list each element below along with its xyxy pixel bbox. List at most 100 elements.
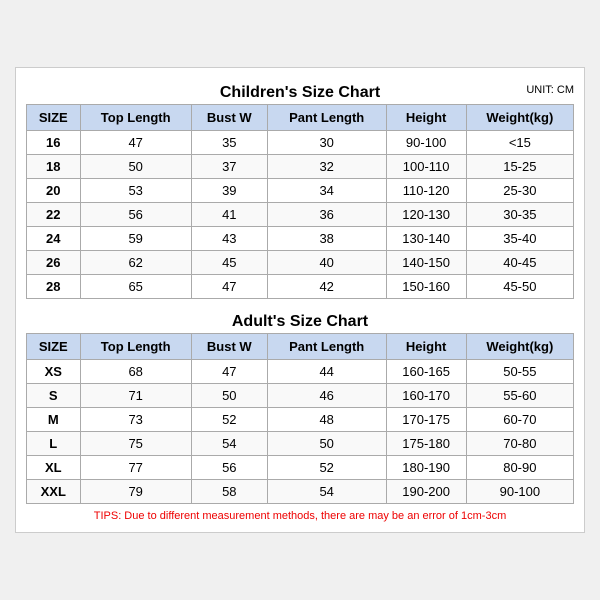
children-col-toplength: Top Length [80,105,191,131]
unit-label: UNIT: CM [526,84,574,96]
table-row: XS684744160-16550-55 [27,360,574,384]
table-cell: 54 [191,432,267,456]
table-cell: 35 [191,131,267,155]
table-cell: 50 [267,432,386,456]
table-cell: 50 [80,155,191,179]
table-cell: 56 [80,203,191,227]
adults-title: Adult's Size Chart [26,307,574,333]
children-table: SIZE Top Length Bust W Pant Length Heigh… [26,104,574,299]
table-cell: 62 [80,251,191,275]
table-cell: 46 [267,384,386,408]
table-cell: 73 [80,408,191,432]
table-cell: <15 [466,131,573,155]
table-row: L755450175-18070-80 [27,432,574,456]
table-cell: 30 [267,131,386,155]
table-cell: 54 [267,480,386,504]
table-cell: 36 [267,203,386,227]
adults-col-toplength: Top Length [80,334,191,360]
table-cell: 44 [267,360,386,384]
table-cell: 60-70 [466,408,573,432]
table-cell: 47 [191,360,267,384]
table-cell: 170-175 [386,408,466,432]
table-cell: 130-140 [386,227,466,251]
table-cell: 41 [191,203,267,227]
table-row: 24594338130-14035-40 [27,227,574,251]
table-cell: XXL [27,480,81,504]
table-cell: 37 [191,155,267,179]
table-cell: 30-35 [466,203,573,227]
table-cell: 140-150 [386,251,466,275]
table-row: 26624540140-15040-45 [27,251,574,275]
table-row: XL775652180-19080-90 [27,456,574,480]
children-col-weight: Weight(kg) [466,105,573,131]
table-cell: L [27,432,81,456]
table-cell: 180-190 [386,456,466,480]
table-cell: 80-90 [466,456,573,480]
table-cell: 26 [27,251,81,275]
table-cell: 53 [80,179,191,203]
table-cell: S [27,384,81,408]
table-row: M735248170-17560-70 [27,408,574,432]
table-cell: 58 [191,480,267,504]
table-cell: 42 [267,275,386,299]
children-title: Children's Size Chart UNIT: CM [26,78,574,104]
table-cell: 50-55 [466,360,573,384]
table-cell: 48 [267,408,386,432]
table-cell: 40-45 [466,251,573,275]
table-cell: 56 [191,456,267,480]
table-cell: 120-130 [386,203,466,227]
table-cell: 90-100 [466,480,573,504]
table-cell: 79 [80,480,191,504]
table-cell: 45-50 [466,275,573,299]
table-row: 28654742150-16045-50 [27,275,574,299]
table-cell: 22 [27,203,81,227]
table-cell: 24 [27,227,81,251]
table-row: 20533934110-12025-30 [27,179,574,203]
table-cell: 50 [191,384,267,408]
table-cell: 55-60 [466,384,573,408]
table-cell: 90-100 [386,131,466,155]
size-chart-container: Children's Size Chart UNIT: CM SIZE Top … [15,67,585,533]
table-cell: 52 [191,408,267,432]
table-cell: 68 [80,360,191,384]
table-cell: 160-165 [386,360,466,384]
adults-col-size: SIZE [27,334,81,360]
table-cell: 160-170 [386,384,466,408]
table-cell: 71 [80,384,191,408]
table-cell: 38 [267,227,386,251]
table-cell: 47 [80,131,191,155]
table-row: S715046160-17055-60 [27,384,574,408]
children-header-row: SIZE Top Length Bust W Pant Length Heigh… [27,105,574,131]
table-cell: 175-180 [386,432,466,456]
adults-title-text: Adult's Size Chart [232,313,368,330]
table-cell: 39 [191,179,267,203]
table-cell: 75 [80,432,191,456]
table-cell: 110-120 [386,179,466,203]
adults-col-height: Height [386,334,466,360]
table-cell: 190-200 [386,480,466,504]
children-title-text: Children's Size Chart [220,84,380,101]
table-cell: 77 [80,456,191,480]
adults-col-bustw: Bust W [191,334,267,360]
table-row: 22564136120-13030-35 [27,203,574,227]
table-cell: 32 [267,155,386,179]
table-row: 1647353090-100<15 [27,131,574,155]
children-col-height: Height [386,105,466,131]
table-cell: 35-40 [466,227,573,251]
table-cell: 20 [27,179,81,203]
table-cell: 43 [191,227,267,251]
table-row: XXL795854190-20090-100 [27,480,574,504]
table-cell: 59 [80,227,191,251]
table-cell: 16 [27,131,81,155]
table-cell: 100-110 [386,155,466,179]
table-cell: 15-25 [466,155,573,179]
table-cell: M [27,408,81,432]
table-cell: XS [27,360,81,384]
table-row: 18503732100-11015-25 [27,155,574,179]
table-cell: 25-30 [466,179,573,203]
adults-col-weight: Weight(kg) [466,334,573,360]
adults-table: SIZE Top Length Bust W Pant Length Heigh… [26,333,574,504]
children-col-bustw: Bust W [191,105,267,131]
table-cell: 65 [80,275,191,299]
table-cell: XL [27,456,81,480]
